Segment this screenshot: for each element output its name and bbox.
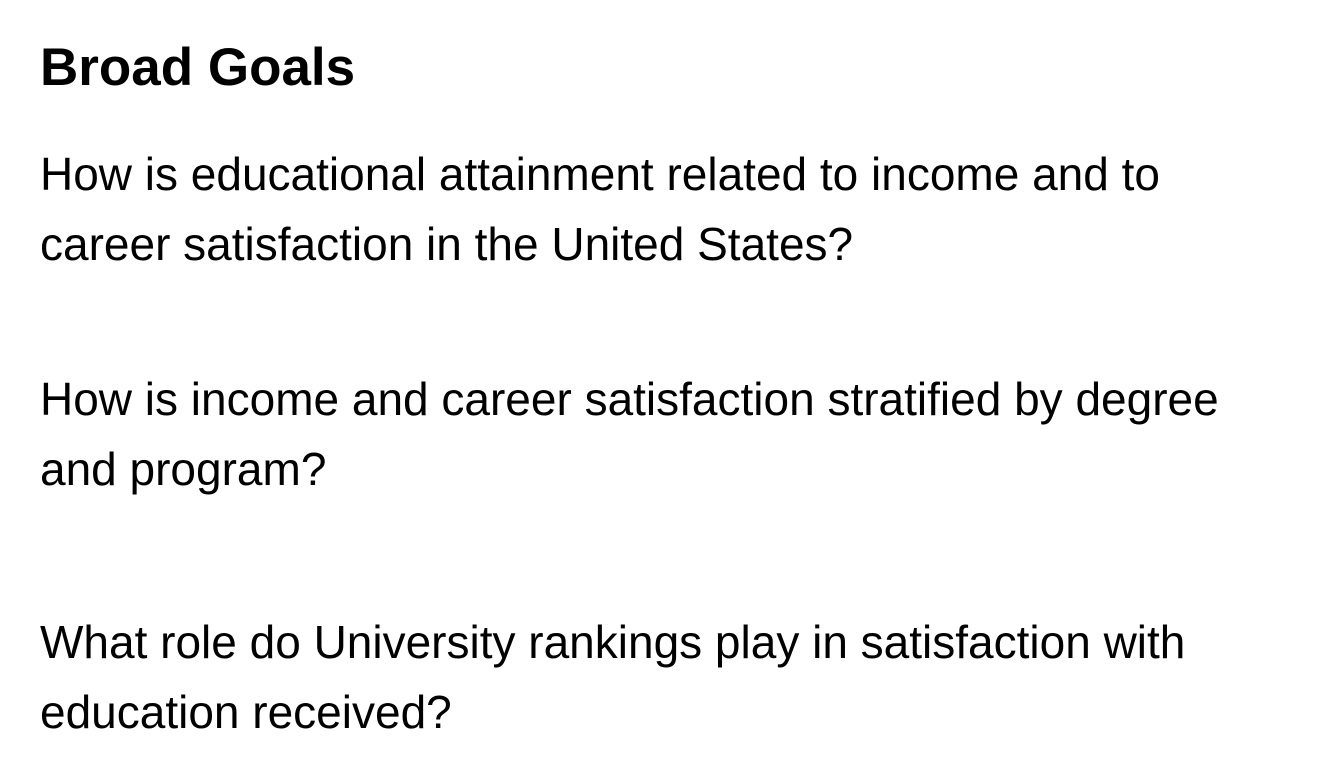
goal-item-1: How is educational attainment related to…: [40, 148, 1160, 270]
page-title: Broad Goals: [40, 38, 356, 97]
goal-item-3: What role do University rankings play in…: [40, 616, 1186, 738]
goal-item-2: How is income and career satisfaction st…: [40, 373, 1219, 495]
